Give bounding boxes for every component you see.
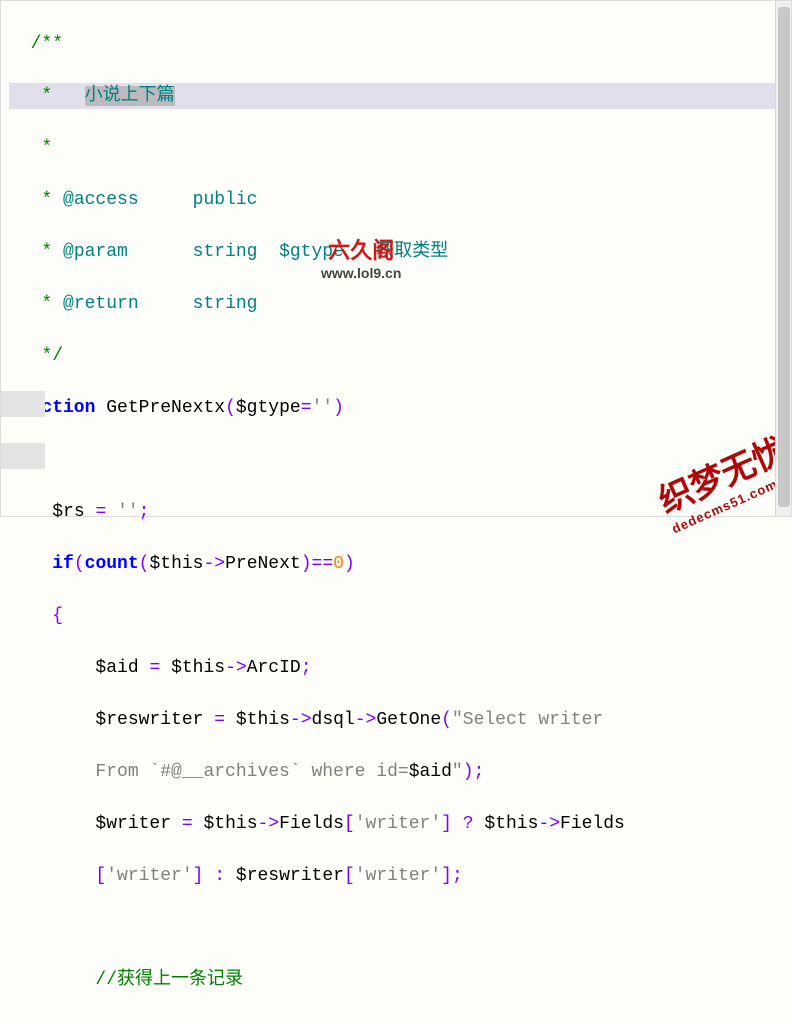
vertical-scrollbar[interactable] — [775, 1, 791, 516]
code-line: $rs = ''; — [9, 499, 783, 525]
code-line: $reswriter = $this->dsql->GetOne("Select… — [9, 707, 783, 733]
code-line: ['writer'] : $reswriter['writer']; — [9, 863, 783, 889]
code-line: */ — [9, 343, 783, 369]
line-comment: //获得上一条记录 — [95, 970, 243, 990]
doc-open: /** — [31, 34, 63, 54]
code-line: { — [9, 603, 783, 629]
code-line-highlighted: * 小说上下篇 — [9, 83, 783, 109]
code-line: * @param string $gtype 获取类型 — [9, 239, 783, 265]
code-editor-pane: /** * 小说上下篇 * * @access public * @param … — [1, 1, 791, 1023]
code-line: /** — [9, 31, 783, 57]
code-line: * — [9, 135, 783, 161]
gutter-mark — [1, 391, 45, 417]
code-line: * @return string — [9, 291, 783, 317]
code-line: $writer = $this->Fields['writer'] ? $thi… — [9, 811, 783, 837]
doc-close: */ — [41, 346, 63, 366]
scrollbar-thumb[interactable] — [778, 7, 790, 507]
code-line — [9, 915, 783, 941]
code-line: * @access public — [9, 187, 783, 213]
code-line: function GetPreNextx($gtype='') — [9, 395, 783, 421]
code-line: { — [9, 447, 783, 473]
doc-title: 小说上下篇 — [85, 86, 175, 106]
code-line: $aid = $this->ArcID; — [9, 655, 783, 681]
code-line: From `#@__archives` where id=$aid"); — [9, 759, 783, 785]
code-line: if(count($this->PreNext)==0) — [9, 551, 783, 577]
code-line: //获得上一条记录 — [9, 967, 783, 993]
gutter-mark — [1, 443, 45, 469]
